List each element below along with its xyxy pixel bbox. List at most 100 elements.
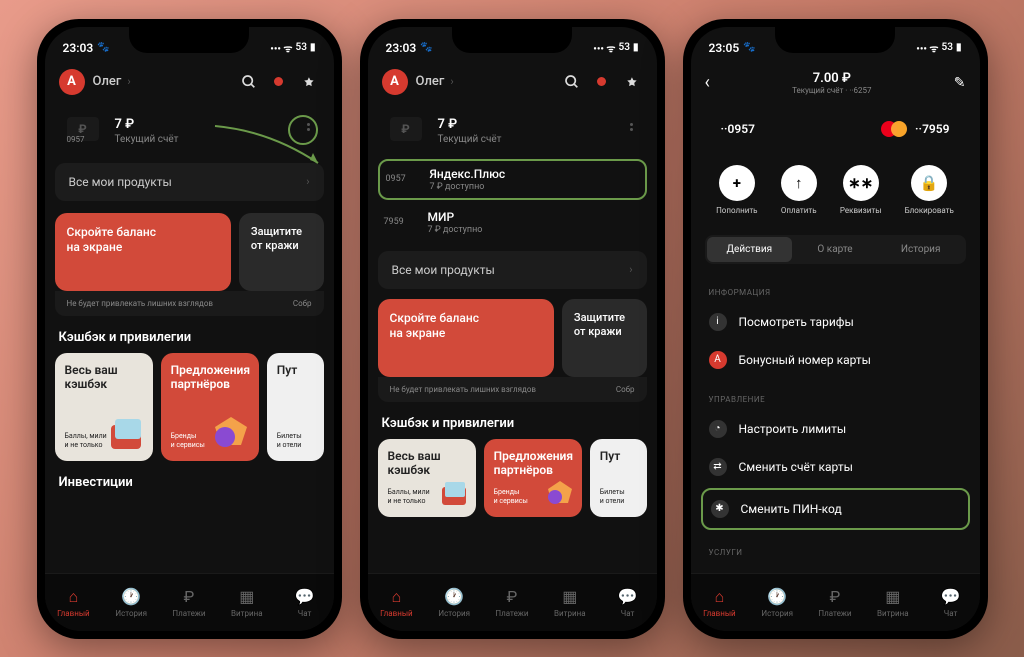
chevron-right-icon: › bbox=[306, 175, 309, 188]
item-change-account[interactable]: ⇄Сменить счёт карты bbox=[691, 448, 980, 486]
protect-tile[interactable]: Защитите от кражи bbox=[239, 213, 324, 291]
tab-bar: ⌂Главный 🕐История ₽Платежи ▦Витрина 💬Чат bbox=[368, 573, 657, 631]
tab-home[interactable]: ⌂Главный bbox=[45, 574, 103, 631]
bell-icon[interactable] bbox=[621, 71, 643, 93]
cashback-cards: Весь ваш кэшбэк Баллы, мили и не только … bbox=[45, 353, 334, 461]
status-bar: 23:03🐾 ••• ᯤ 53▮ bbox=[45, 27, 334, 61]
tab-bar: ⌂Главный 🕐История ₽Платежи ▦Витрина 💬Чат bbox=[691, 573, 980, 631]
all-products-label: Все мои продукты bbox=[69, 175, 172, 189]
more-icon[interactable] bbox=[630, 123, 633, 131]
tab-chat[interactable]: 💬Чат bbox=[599, 574, 657, 631]
tab-payments[interactable]: ₽Платежи bbox=[160, 574, 218, 631]
seg-about[interactable]: О карте bbox=[792, 237, 878, 262]
hide-balance-tile[interactable]: Скройте баланс на экране bbox=[378, 299, 554, 377]
info-icon: i bbox=[709, 313, 727, 331]
search-icon[interactable] bbox=[561, 71, 583, 93]
avatar[interactable]: А bbox=[382, 69, 408, 95]
arrow-up-icon: ↑ bbox=[781, 165, 817, 201]
tile-title: Скройте баланс на экране bbox=[67, 225, 219, 256]
header: А Олег › bbox=[45, 61, 334, 103]
all-products-row[interactable]: Все мои продукты› bbox=[378, 251, 647, 289]
card-chip-7959[interactable]: ··7959 bbox=[881, 121, 949, 137]
card-chips: ··0957 ··7959 bbox=[691, 105, 980, 153]
lock-icon: 🔒 bbox=[911, 165, 947, 201]
bell-icon[interactable] bbox=[298, 71, 320, 93]
hide-balance-tile[interactable]: Скройте баланс на экране bbox=[55, 213, 231, 291]
cashback-card-partners[interactable]: Предложения партнёров Бренды и сервисы bbox=[161, 353, 259, 461]
plus-icon: + bbox=[719, 165, 755, 201]
detail-subtitle: Текущий счёт · ··6257 bbox=[710, 86, 954, 95]
shapes-icon bbox=[211, 411, 255, 455]
group-info: ИНФОРМАЦИЯ bbox=[691, 272, 980, 303]
account-summary[interactable]: ₽ 7 ₽ Текущий счёт bbox=[378, 107, 647, 155]
card-mir[interactable]: 7959 МИР 7 ₽ доступно bbox=[368, 202, 657, 243]
tab-payments[interactable]: ₽Платежи bbox=[483, 574, 541, 631]
card-actions: +Пополнить ↑Оплатить ∗∗Реквизиты 🔒Блокир… bbox=[691, 153, 980, 227]
tab-showcase[interactable]: ▦Витрина bbox=[218, 574, 276, 631]
tab-history[interactable]: 🕐История bbox=[748, 574, 806, 631]
cashback-section-title: Кэшбэк и привилегии bbox=[45, 316, 334, 353]
all-products-row[interactable]: Все мои продукты › bbox=[55, 163, 324, 201]
ruble-icon: ₽ bbox=[179, 587, 199, 607]
tab-home[interactable]: ⌂Главный bbox=[368, 574, 426, 631]
cashback-card-all[interactable]: Весь ваш кэшбэк Баллы, мили и не только bbox=[55, 353, 153, 461]
action-topup[interactable]: +Пополнить bbox=[716, 165, 757, 215]
item-limits[interactable]: ◔Настроить лимиты bbox=[691, 410, 980, 448]
tab-payments[interactable]: ₽Платежи bbox=[806, 574, 864, 631]
record-icon[interactable] bbox=[591, 71, 613, 93]
phone-2: 23:03🐾 ••• ᯤ 53▮ А Олег › ₽ 7 ₽ Текущий … bbox=[360, 19, 665, 639]
grid-icon: ▦ bbox=[237, 587, 257, 607]
tab-showcase[interactable]: ▦Витрина bbox=[864, 574, 922, 631]
card-chip-0957[interactable]: ··0957 bbox=[721, 122, 755, 136]
seg-actions[interactable]: Действия bbox=[707, 237, 793, 262]
record-icon[interactable] bbox=[268, 71, 290, 93]
home-icon: ⌂ bbox=[63, 587, 83, 607]
account-label: Текущий счёт bbox=[115, 134, 312, 145]
gauge-icon: ◔ bbox=[709, 420, 727, 438]
item-bonus[interactable]: АБонусный номер карты bbox=[691, 341, 980, 379]
cashback-card-all[interactable]: Весь ваш кэшбэк Баллы, мили и не только bbox=[378, 439, 476, 517]
phone-3: 23:05🐾 ••• ᯤ 53▮ ‹ 7.00 ₽ Текущий счёт ·… bbox=[683, 19, 988, 639]
tab-chat[interactable]: 💬Чат bbox=[922, 574, 980, 631]
chevron-right-icon: › bbox=[127, 75, 130, 88]
tab-bar: ⌂Главный 🕐История ₽Платежи ▦Витрина 💬Чат bbox=[45, 573, 334, 631]
status-time: 23:03 bbox=[63, 41, 94, 55]
banner-tiles: Скройте баланс на экране Защитите от кра… bbox=[45, 213, 334, 291]
paw-icon: 🐾 bbox=[97, 42, 109, 53]
tile-title: Защитите от кражи bbox=[251, 225, 312, 254]
segmented-control: Действия О карте История bbox=[705, 235, 966, 264]
asterisk-icon: ✱ bbox=[711, 500, 729, 518]
protect-tile[interactable]: Защитите от кражи bbox=[562, 299, 647, 377]
tab-history[interactable]: 🕐История bbox=[425, 574, 483, 631]
username[interactable]: Олег bbox=[93, 74, 122, 89]
seg-history[interactable]: История bbox=[878, 237, 964, 262]
cashback-card-travel[interactable]: Пут Билеты и отели bbox=[590, 439, 647, 517]
status-icons: ••• ᯤ 53▮ bbox=[270, 41, 315, 55]
tab-history[interactable]: 🕐История bbox=[102, 574, 160, 631]
action-pay[interactable]: ↑Оплатить bbox=[781, 165, 817, 215]
phone-1: 23:03🐾 ••• ᯤ 53▮ А Олег › ₽ 0957 7 ₽ Тек… bbox=[37, 19, 342, 639]
item-tariffs[interactable]: iПосмотреть тарифы bbox=[691, 303, 980, 341]
swap-icon: ⇄ bbox=[709, 458, 727, 476]
account-balance: 7 ₽ bbox=[115, 117, 312, 132]
card-yandex-plus[interactable]: 0957 Яндекс.Плюс 7 ₽ доступно bbox=[378, 159, 647, 200]
cashback-card-partners[interactable]: Предложения партнёров Бренды и сервисы bbox=[484, 439, 582, 517]
edit-icon[interactable]: ✎ bbox=[954, 75, 966, 91]
item-change-pin[interactable]: ✱Сменить ПИН-код bbox=[701, 488, 970, 530]
account-number: 0957 bbox=[67, 135, 85, 144]
header: А Олег › bbox=[368, 61, 657, 103]
status-bar: 23:03🐾 ••• ᯤ 53▮ bbox=[368, 27, 657, 61]
action-details[interactable]: ∗∗Реквизиты bbox=[840, 165, 882, 215]
cashback-card-travel[interactable]: Пут Билеты и отели bbox=[267, 353, 324, 461]
group-manage: УПРАВЛЕНИЕ bbox=[691, 379, 980, 410]
search-icon[interactable] bbox=[238, 71, 260, 93]
chat-icon: 💬 bbox=[295, 587, 315, 607]
action-block[interactable]: 🔒Блокировать bbox=[905, 165, 954, 215]
avatar[interactable]: А bbox=[59, 69, 85, 95]
asterisk-icon: ∗∗ bbox=[843, 165, 879, 201]
tab-showcase[interactable]: ▦Витрина bbox=[541, 574, 599, 631]
status-bar: 23:05🐾 ••• ᯤ 53▮ bbox=[691, 27, 980, 61]
tab-home[interactable]: ⌂Главный bbox=[691, 574, 749, 631]
account-summary[interactable]: ₽ 0957 7 ₽ Текущий счёт bbox=[55, 107, 324, 155]
tab-chat[interactable]: 💬Чат bbox=[276, 574, 334, 631]
